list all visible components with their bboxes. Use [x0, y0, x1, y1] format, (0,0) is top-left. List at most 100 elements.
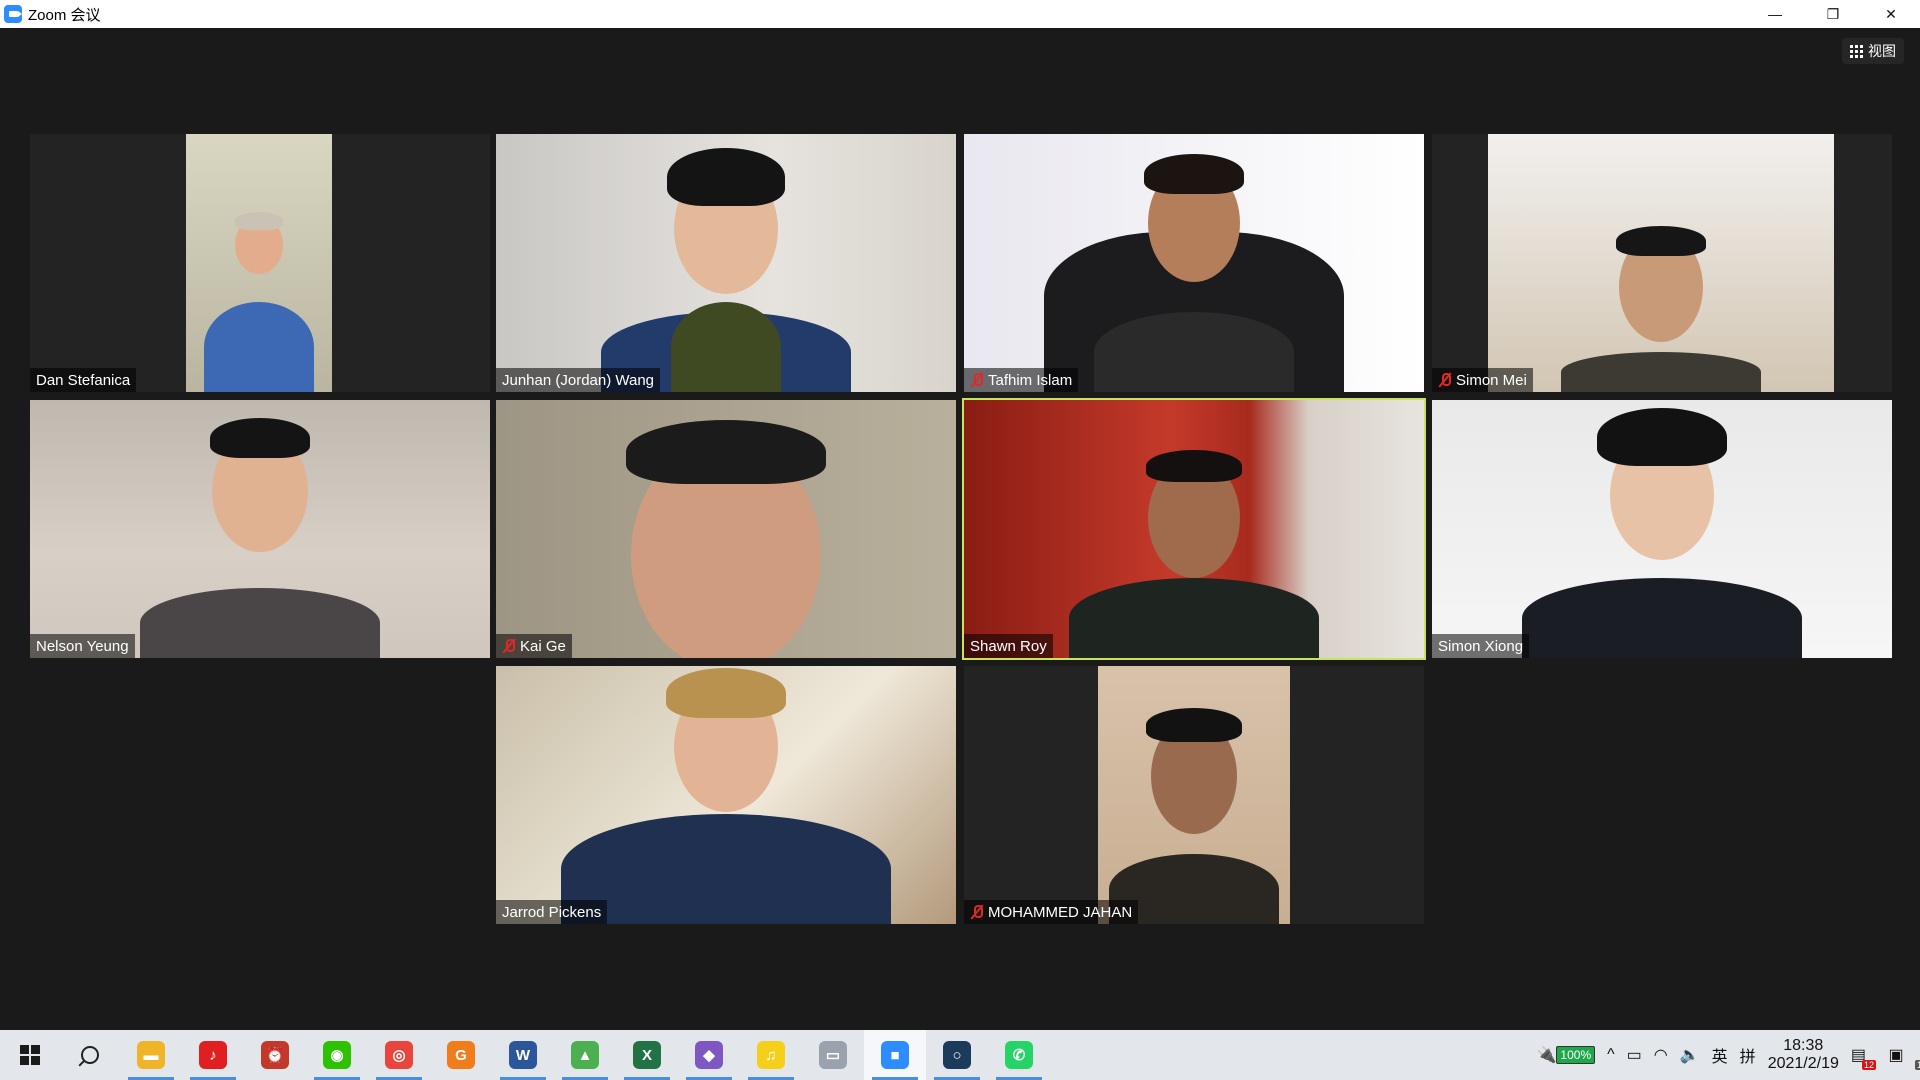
participant-video [1432, 400, 1892, 658]
wechat-icon: ◉ [323, 1041, 351, 1069]
ime-language-indicator[interactable]: 英 [1706, 1030, 1734, 1080]
volume-icon[interactable]: 🔈 [1674, 1030, 1706, 1080]
participant-video [1098, 666, 1290, 924]
power-icon[interactable]: ▭ [1621, 1030, 1648, 1080]
taskbar-app-excel[interactable]: X [616, 1030, 678, 1080]
clock[interactable]: 18:38 2021/2/19 [1762, 1030, 1845, 1080]
view-button[interactable]: 视图 [1842, 38, 1904, 64]
participant-tile[interactable]: Dan Stefanica [30, 134, 490, 392]
taskbar-app-cortana[interactable]: ○ [926, 1030, 988, 1080]
taskbar-app-photos[interactable]: ▭ [802, 1030, 864, 1080]
participant-nameplate: Simon Xiong [1432, 634, 1530, 658]
taskbar-app-qq-music[interactable]: ♫ [740, 1030, 802, 1080]
participant-name: Kai Ge [520, 637, 566, 655]
taskbar-app-chrome[interactable]: ◎ [368, 1030, 430, 1080]
ime-mode-indicator[interactable]: 拼 [1734, 1030, 1762, 1080]
title-bar: Zoom 会议 — ❐ ✕ [0, 0, 1920, 28]
window-title: Zoom 会议 [28, 6, 101, 24]
image-viewer-icon: ▲ [571, 1041, 599, 1069]
participant-name: Nelson Yeung [36, 637, 129, 655]
minimize-button[interactable]: — [1746, 0, 1804, 28]
participant-name: Tafhim Islam [988, 371, 1073, 389]
muted-mic-icon [502, 638, 516, 654]
muted-mic-icon [970, 904, 984, 920]
windows-logo-icon [20, 1045, 40, 1065]
show-hidden-icons-button[interactable]: ^ [1601, 1030, 1621, 1080]
zoom-app-icon [4, 5, 22, 23]
search-icon [81, 1046, 99, 1064]
participant-video [186, 134, 332, 392]
participant-nameplate: Nelson Yeung [30, 634, 135, 658]
search-button[interactable] [60, 1030, 120, 1080]
participant-name: Junhan (Jordan) Wang [502, 371, 655, 389]
participant-tile[interactable]: Tafhim Islam [964, 134, 1424, 392]
participant-tile-active-speaker[interactable]: Shawn Roy [962, 398, 1426, 660]
participant-nameplate: Dan Stefanica [30, 368, 137, 392]
action-center-button[interactable]: ▣ 1 [1872, 1030, 1920, 1080]
excel-icon: X [633, 1041, 661, 1069]
start-button[interactable] [0, 1030, 60, 1080]
participant-video [496, 400, 956, 658]
netease-music-icon: ♪ [199, 1041, 227, 1069]
action-center-count: 1 [1914, 1060, 1920, 1070]
participant-nameplate: Junhan (Jordan) Wang [496, 368, 661, 392]
participant-name: Shawn Roy [970, 637, 1047, 655]
word-icon: W [509, 1041, 537, 1069]
taskbar: ▬ ♪ ⏰ ◉ ◎ G W ▲ X ◆ ♫ ▭ ■ ○ ✆ 🔌 100% ^ ▭ ◠ 🔈 英 拼 18:38… [0, 1030, 1920, 1080]
grid-icon [1850, 44, 1863, 58]
system-tray: 🔌 100% ^ ▭ ◠ 🔈 英 拼 18:38 2021/2/19 ▤ 12 … [1531, 1030, 1920, 1080]
participant-name: Dan Stefanica [36, 371, 131, 389]
participant-tile[interactable]: Simon Xiong [1432, 400, 1892, 658]
participant-nameplate: Jarrod Pickens [496, 900, 608, 924]
wifi-icon[interactable]: ◠ [1648, 1030, 1674, 1080]
restore-button[interactable]: ❐ [1804, 0, 1862, 28]
muted-mic-icon [1438, 372, 1452, 388]
view-button-label: 视图 [1868, 43, 1896, 59]
clock-date: 2021/2/19 [1767, 1055, 1839, 1072]
taskbar-app-word[interactable]: W [492, 1030, 554, 1080]
taskbar-app-file-explorer[interactable]: ▬ [120, 1030, 182, 1080]
participant-nameplate: Kai Ge [496, 634, 572, 658]
taskbar-app-visual-studio[interactable]: ◆ [678, 1030, 740, 1080]
taskbar-app-alarm-clock[interactable]: ⏰ [244, 1030, 306, 1080]
participant-nameplate: Shawn Roy [964, 634, 1053, 658]
muted-mic-icon [970, 372, 984, 388]
participant-name: Simon Mei [1456, 371, 1527, 389]
taskbar-app-wechat[interactable]: ◉ [306, 1030, 368, 1080]
participant-tile[interactable]: Jarrod Pickens [496, 666, 956, 924]
qq-music-icon: ♫ [757, 1041, 785, 1069]
alarm-clock-icon: ⏰ [261, 1041, 289, 1069]
participant-tile[interactable]: Kai Ge [496, 400, 956, 658]
battery-indicator[interactable]: 🔌 100% [1531, 1030, 1602, 1080]
cortana-icon: ○ [943, 1041, 971, 1069]
participant-video [964, 400, 1424, 658]
taskbar-apps: ▬ ♪ ⏰ ◉ ◎ G W ▲ X ◆ ♫ ▭ ■ ○ ✆ [120, 1030, 1050, 1080]
participant-tile[interactable]: Junhan (Jordan) Wang [496, 134, 956, 392]
battery-icon: 🔌 [1536, 1047, 1557, 1064]
participant-nameplate: Tafhim Islam [964, 368, 1079, 392]
participant-name: Simon Xiong [1438, 637, 1524, 655]
taskbar-app-netease-music[interactable]: ♪ [182, 1030, 244, 1080]
taskbar-app-whatsapp[interactable]: ✆ [988, 1030, 1050, 1080]
participant-name: Jarrod Pickens [502, 903, 602, 921]
taskbar-app-image-viewer[interactable]: ▲ [554, 1030, 616, 1080]
participant-video [1488, 134, 1834, 392]
participant-tile[interactable]: Nelson Yeung [30, 400, 490, 658]
taskbar-app-pdf-reader[interactable]: G [430, 1030, 492, 1080]
participant-video [496, 134, 956, 392]
visual-studio-icon: ◆ [695, 1041, 723, 1069]
photos-icon: ▭ [819, 1041, 847, 1069]
chrome-icon: ◎ [385, 1041, 413, 1069]
participant-video [964, 134, 1424, 392]
participant-name: MOHAMMED JAHAN [988, 903, 1133, 921]
taskbar-app-zoom[interactable]: ■ [864, 1030, 926, 1080]
file-explorer-icon: ▬ [137, 1041, 165, 1069]
notification-icon[interactable]: ▤ 12 [1845, 1030, 1876, 1080]
close-button[interactable]: ✕ [1862, 0, 1920, 28]
participant-nameplate: MOHAMMED JAHAN [964, 900, 1139, 924]
clock-time: 18:38 [1783, 1037, 1824, 1054]
battery-percent: 100% [1556, 1046, 1596, 1064]
participant-tile[interactable]: MOHAMMED JAHAN [964, 666, 1424, 924]
participant-tile[interactable]: Simon Mei [1432, 134, 1892, 392]
action-center-icon: ▣ [1888, 1047, 1904, 1064]
